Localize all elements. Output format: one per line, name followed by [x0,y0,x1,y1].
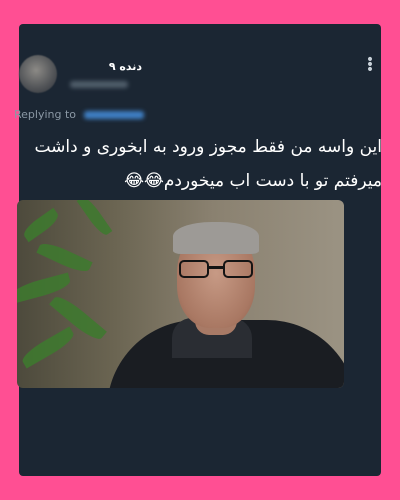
blurred-handle [70,81,128,88]
replying-to-label: Replying to [14,108,77,121]
lens-left [179,260,209,278]
plant-leaf [20,207,62,243]
replying-to: Replying to [14,108,144,121]
tweet-text: این واسه من فقط مجوز ورود به ابخوری و دا… [20,130,382,198]
avatar[interactable] [19,55,57,93]
display-name[interactable]: دنده ۹ [109,60,142,73]
glasses-icon [179,260,253,280]
plant-leaf [76,200,113,238]
blurred-reply-handle[interactable] [83,111,144,119]
lens-right [223,260,253,278]
hair [173,222,259,254]
tweet-media-image[interactable] [17,200,344,388]
more-vertical-icon[interactable]: • • • [364,53,376,77]
tweet-text-line-2: میرفتم تو با دست اب میخوردم😂😂 [124,171,382,191]
tweet-text-line-1: این واسه من فقط مجوز ورود به ابخوری و دا… [34,137,382,157]
plant-leaf [19,326,77,369]
plant-leaf [36,239,93,276]
glasses-bridge [208,266,224,269]
